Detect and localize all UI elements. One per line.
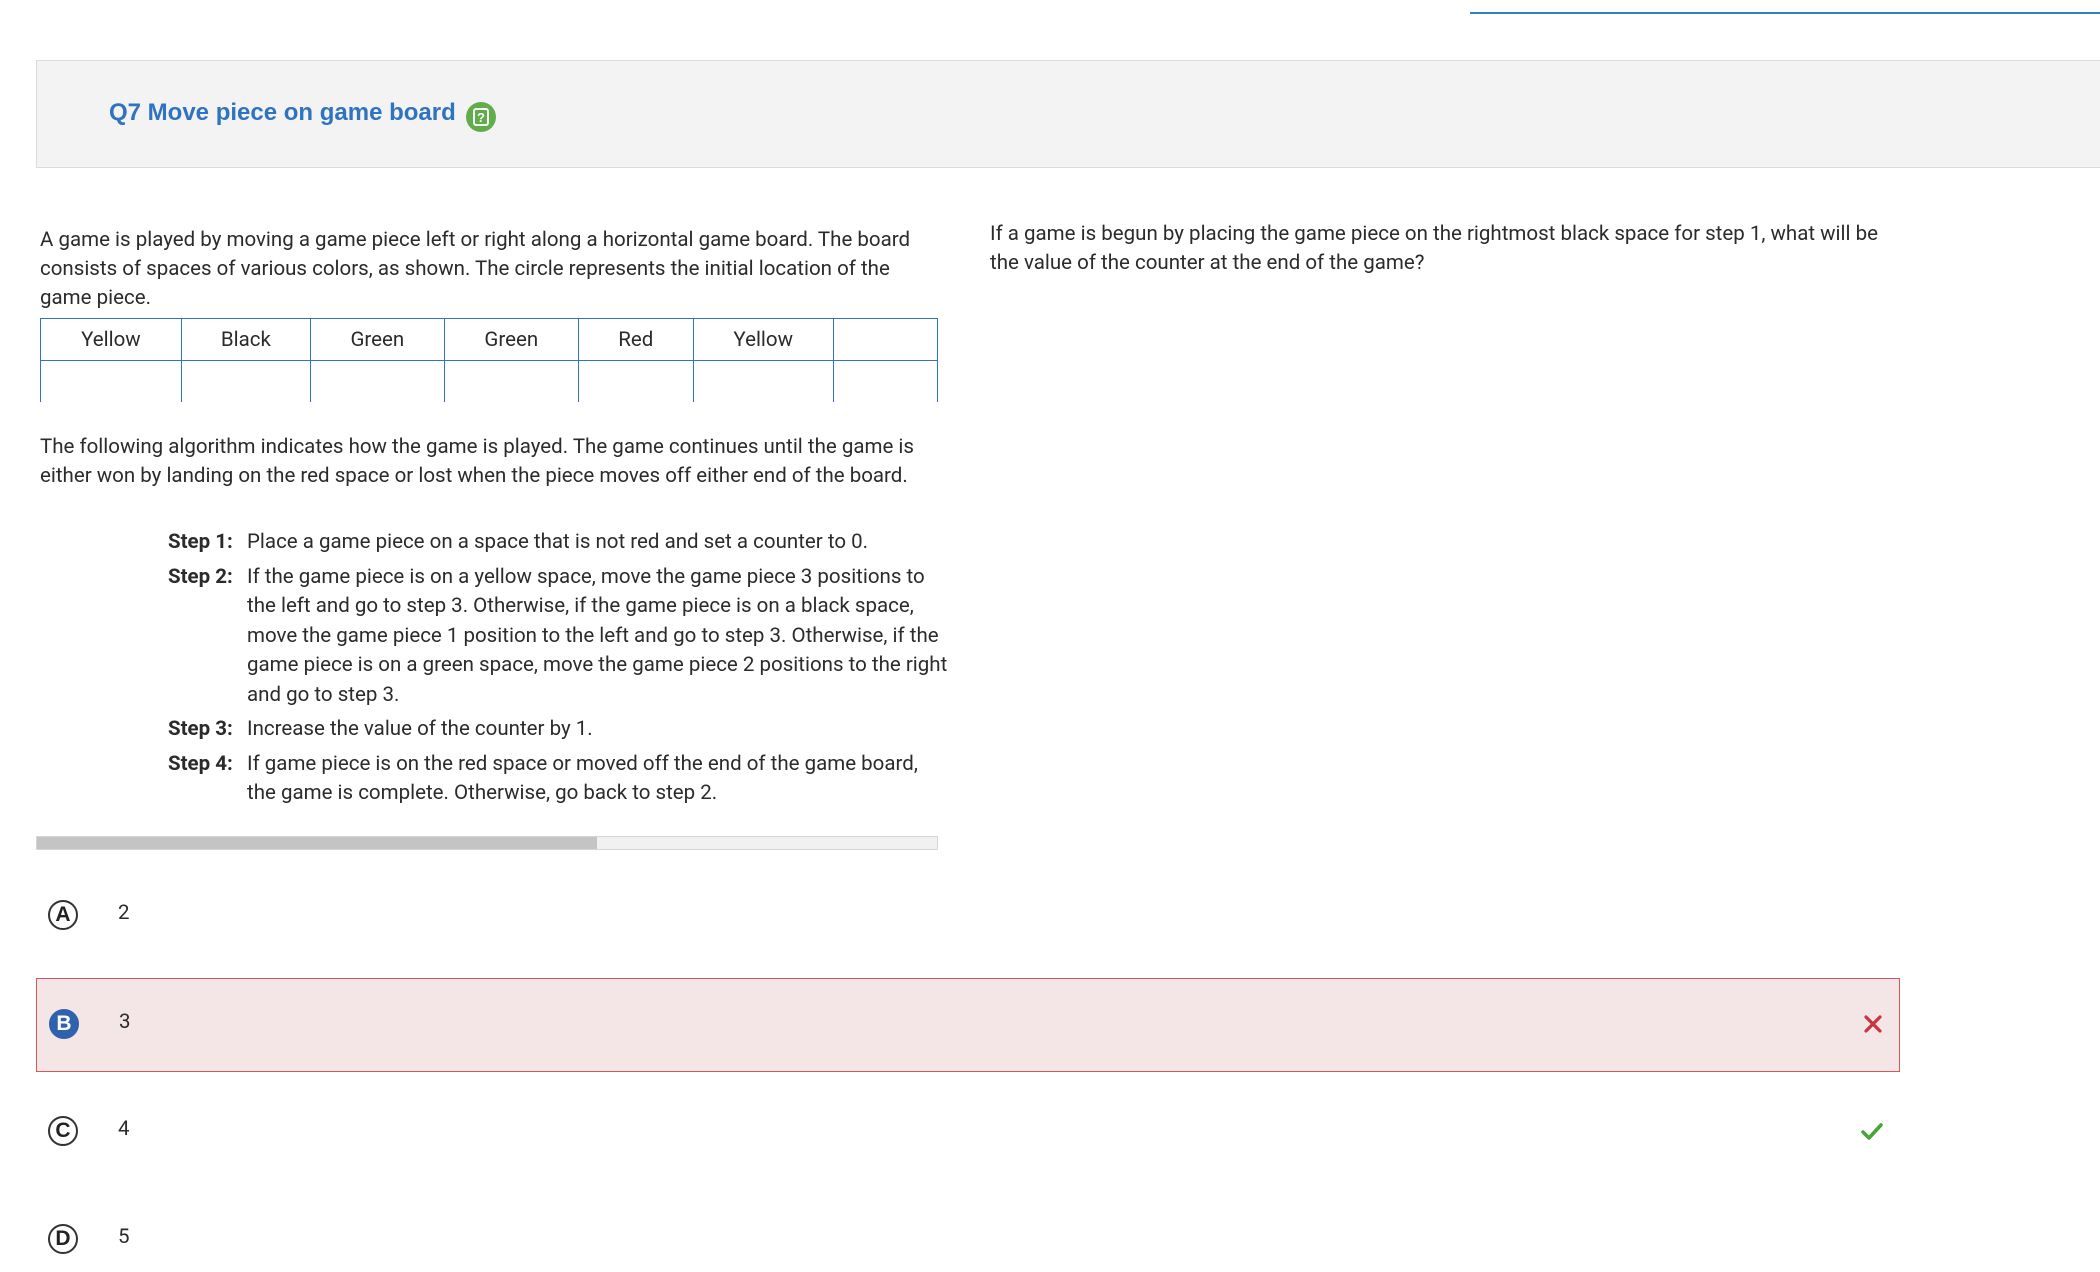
option-value: 4 [118,1117,130,1141]
algorithm-step: Step 1: Place a game piece on a space th… [168,528,948,558]
algorithm-step: Step 2: If the game piece is on a yellow… [168,563,948,711]
question-stem: If a game is begun by placing the game p… [990,222,1878,275]
step-label: Step 3: [168,717,233,741]
step-label: Step 1: [168,530,233,554]
answer-option-c[interactable]: C 4 [36,1086,1900,1180]
question-header: Q7 Move piece on game board ? [36,60,2100,168]
step-label: Step 2: [168,564,233,589]
algorithm-step: Step 3: Increase the value of the counte… [168,715,948,745]
step-label: Step 4: [168,751,233,776]
answer-option-d[interactable]: D 5 [36,1194,1900,1272]
correct-check-icon [1861,1123,1883,1140]
board-color-label: Red [577,318,694,361]
board-space [577,360,694,402]
board-space [40,360,182,402]
option-letter: D [48,1224,78,1254]
top-progress-line [1470,12,2100,14]
option-letter: A [48,900,78,930]
board-space [180,360,311,402]
board-space [443,360,579,402]
board-color-label: Yellow [40,318,182,361]
svg-text:?: ? [477,110,485,125]
board-color-label: Green [309,318,445,361]
step-text: If game piece is on the red space or mov… [247,751,918,806]
board-space [692,360,834,402]
board-space [309,360,445,402]
incorrect-x-icon [1864,1015,1882,1033]
step-text: Place a game piece on a space that is no… [247,530,869,554]
step-text: Increase the value of the counter by 1. [247,717,593,741]
algorithm-step: Step 4: If game piece is on the red spac… [168,750,948,809]
board-color-label: Black [180,318,311,361]
passage-intro-text: A game is played by moving a game piece … [40,228,911,310]
option-letter: C [48,1116,78,1146]
help-icon[interactable]: ? [465,101,497,133]
answer-option-b[interactable]: B 3 [36,978,1900,1072]
game-board: Yellow Black Green Green Red Yellow [40,318,938,402]
board-color-label: Green [443,318,579,361]
board-space [832,360,938,402]
option-value: 2 [118,901,130,925]
passage-intro: A game is played by moving a game piece … [40,226,940,313]
passage-horizontal-scrollbar[interactable] [36,836,938,850]
step-text: If the game piece is on a yellow space, … [247,564,948,707]
option-value: 3 [119,1010,131,1034]
option-value: 5 [118,1225,130,1249]
algorithm-steps: Step 1: Place a game piece on a space th… [168,528,948,814]
board-color-label [832,318,938,361]
board-color-label: Yellow [692,318,834,361]
answer-option-a[interactable]: A 2 [36,870,1900,964]
question-title: Q7 Move piece on game board [109,99,456,126]
option-letter: B [49,1009,79,1039]
scrollbar-thumb[interactable] [37,837,597,849]
algorithm-intro: The following algorithm indicates how th… [40,435,914,488]
